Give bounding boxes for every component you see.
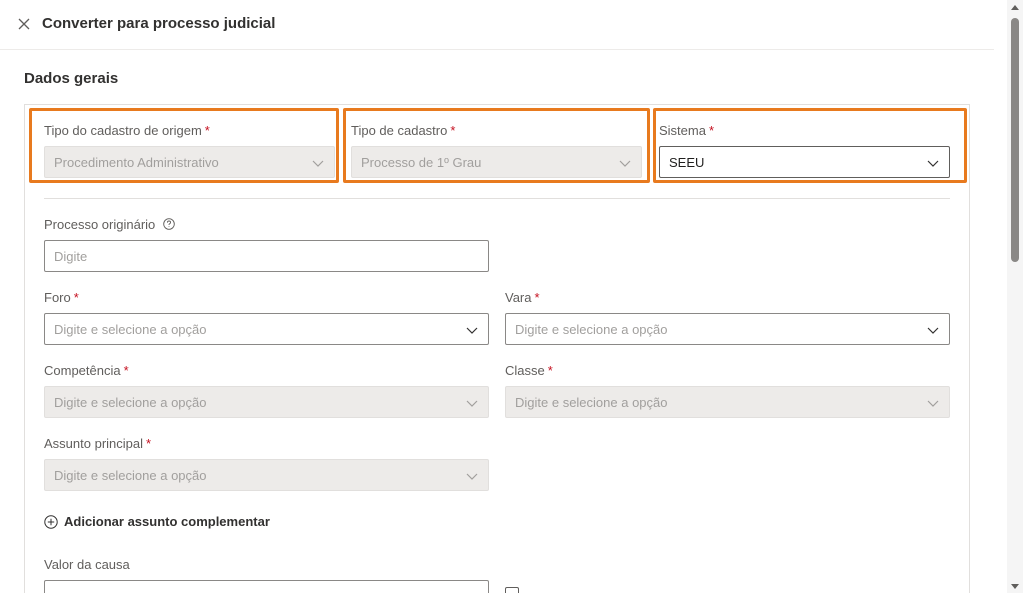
assunto-principal-combobox[interactable]: Digite e selecione a opção	[44, 459, 489, 491]
assunto-principal-placeholder: Digite e selecione a opção	[54, 467, 207, 483]
vara-combobox[interactable]: Digite e selecione a opção	[505, 313, 950, 345]
panel-header: Converter para processo judicial	[0, 0, 994, 50]
chevron-down-icon	[927, 400, 939, 407]
checkbox[interactable]	[505, 587, 519, 593]
processo-originario-placeholder: Digite	[54, 248, 88, 264]
section-title: Dados gerais	[24, 70, 119, 87]
classe-label: Classe *	[505, 363, 553, 378]
processo-originario-input[interactable]: Digite	[44, 240, 489, 272]
valor-causa-label: Valor da causa	[44, 557, 130, 572]
chevron-down-icon	[312, 160, 324, 167]
foro-combobox[interactable]: Digite e selecione a opção	[44, 313, 489, 345]
vara-label: Vara *	[505, 290, 540, 305]
tipo-cadastro-origem-select[interactable]: Procedimento Administrativo	[44, 146, 335, 178]
info-icon[interactable]	[163, 218, 175, 230]
scrollbar[interactable]	[1007, 0, 1023, 593]
scroll-thumb[interactable]	[1011, 18, 1019, 262]
tipo-cadastro-select[interactable]: Processo de 1º Grau	[351, 146, 642, 178]
foro-label: Foro *	[44, 290, 79, 305]
tipo-cadastro-origem-value: Procedimento Administrativo	[54, 154, 219, 170]
vara-placeholder: Digite e selecione a opção	[515, 321, 668, 337]
scroll-up-arrow-icon[interactable]	[1010, 3, 1020, 13]
chevron-down-icon	[927, 327, 939, 334]
chevron-down-icon	[466, 400, 478, 407]
competencia-placeholder: Digite e selecione a opção	[54, 394, 207, 410]
checkbox-row[interactable]	[505, 587, 527, 593]
tipo-cadastro-value: Processo de 1º Grau	[361, 154, 482, 170]
competencia-combobox[interactable]: Digite e selecione a opção	[44, 386, 489, 418]
processo-originario-label: Processo originário	[44, 217, 175, 232]
classe-placeholder: Digite e selecione a opção	[515, 394, 668, 410]
chevron-down-icon	[466, 327, 478, 334]
chevron-down-icon	[619, 160, 631, 167]
close-icon	[18, 18, 30, 30]
panel-title: Converter para processo judicial	[42, 15, 276, 32]
scroll-down-arrow-icon[interactable]	[1010, 581, 1020, 591]
sistema-select[interactable]: SEEU	[659, 146, 950, 178]
add-circle-icon	[44, 514, 58, 529]
competencia-label: Competência *	[44, 363, 129, 378]
divider	[44, 198, 950, 199]
add-assunto-complementar-button[interactable]: Adicionar assunto complementar	[44, 514, 270, 529]
assunto-principal-label: Assunto principal *	[44, 436, 152, 451]
sistema-value: SEEU	[669, 154, 705, 170]
close-button[interactable]	[14, 14, 34, 34]
sistema-label: Sistema *	[659, 123, 715, 138]
add-assunto-complementar-label: Adicionar assunto complementar	[64, 514, 270, 529]
valor-causa-input[interactable]	[44, 580, 489, 593]
chevron-down-icon	[466, 473, 478, 480]
chevron-down-icon	[927, 160, 939, 167]
tipo-cadastro-origem-label: Tipo do cadastro de origem *	[44, 123, 210, 138]
classe-combobox[interactable]: Digite e selecione a opção	[505, 386, 950, 418]
tipo-cadastro-label: Tipo de cadastro *	[351, 123, 456, 138]
foro-placeholder: Digite e selecione a opção	[54, 321, 207, 337]
